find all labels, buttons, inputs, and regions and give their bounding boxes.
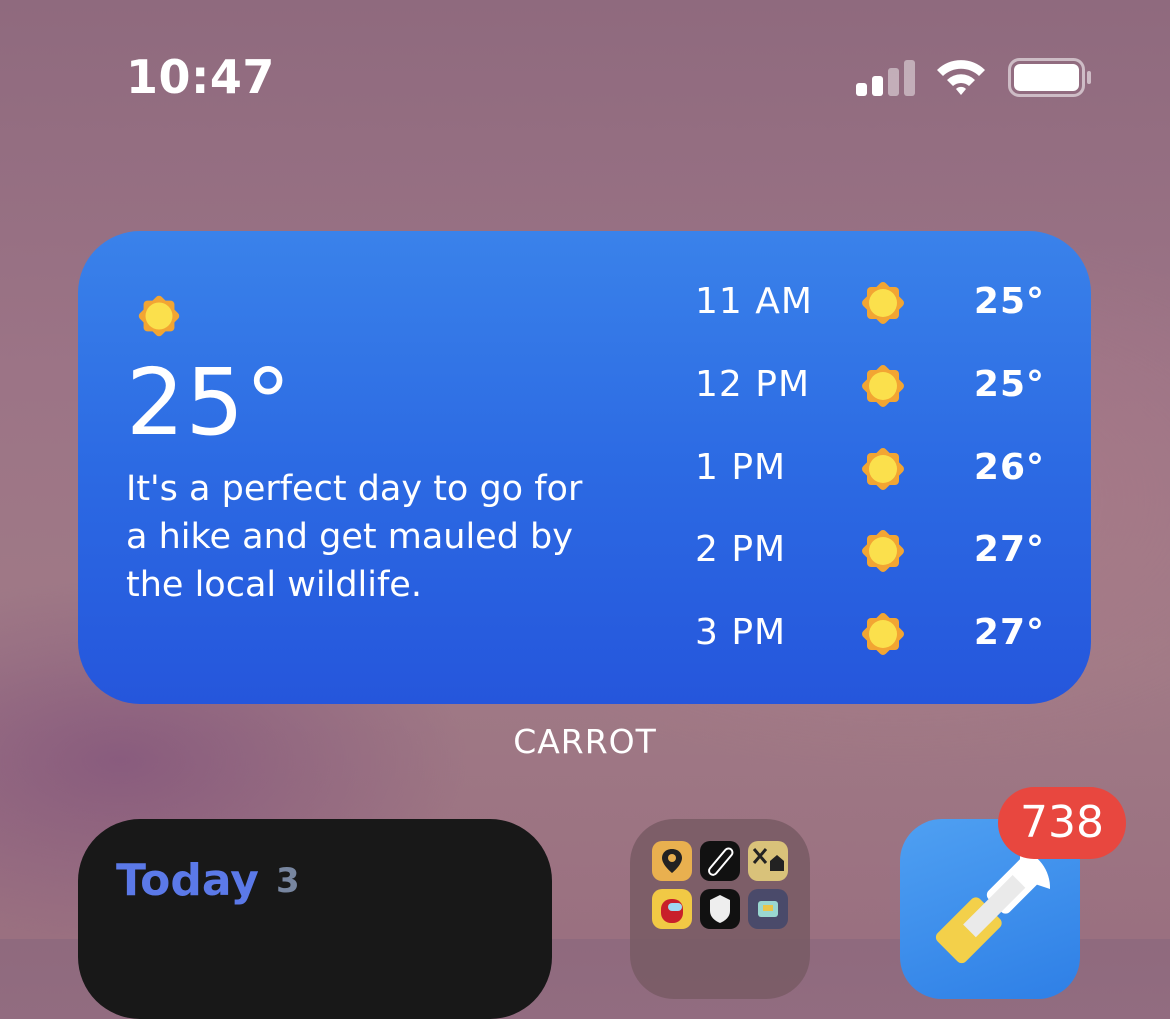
reminders-widget[interactable]: Today 3 [78, 819, 552, 1019]
hourly-row: 1 PM 26° [695, 439, 1045, 499]
shield-icon [700, 889, 740, 929]
among-us-icon [652, 889, 692, 929]
robot-icon [748, 889, 788, 929]
hour-temperature: 25° [973, 364, 1045, 405]
hourly-row: 2 PM 27° [695, 521, 1045, 581]
hour-time: 2 PM [695, 529, 787, 570]
hourly-row: 3 PM 27° [695, 604, 1045, 664]
cellular-signal-icon [856, 60, 916, 96]
map-pin-icon [652, 841, 692, 881]
battery-icon [1008, 58, 1092, 98]
skateboard-icon [700, 841, 740, 881]
hour-time: 12 PM [695, 364, 811, 405]
wifi-icon [934, 56, 988, 98]
sun-icon [855, 275, 911, 331]
hour-temperature: 27° [973, 612, 1045, 653]
weather-widget[interactable]: 25° It's a perfect day to go for a hike … [78, 231, 1091, 704]
hour-temperature: 27° [973, 529, 1045, 570]
sun-icon [855, 606, 911, 662]
hour-time: 3 PM [695, 612, 787, 653]
hourly-row: 11 AM 25° [695, 273, 1045, 333]
hour-temperature: 26° [973, 447, 1045, 488]
tools-house-icon [748, 841, 788, 881]
hour-time: 1 PM [695, 447, 787, 488]
reminders-count: 3 [276, 861, 300, 901]
sun-icon [132, 289, 186, 343]
weather-description: It's a perfect day to go for a hike and … [126, 469, 583, 605]
reminders-title: Today [116, 855, 259, 906]
app-folder[interactable] [630, 819, 810, 999]
hour-temperature: 25° [973, 281, 1045, 322]
sun-icon [855, 523, 911, 579]
hourly-row: 12 PM 25° [695, 356, 1045, 416]
hour-time: 11 AM [695, 281, 813, 322]
widget-caption: CARROT [513, 722, 657, 761]
current-temperature: 25° [126, 349, 293, 456]
sun-icon [855, 441, 911, 497]
notification-badge: 738 [998, 787, 1126, 859]
sun-icon [855, 358, 911, 414]
status-time: 10:47 [126, 50, 275, 104]
